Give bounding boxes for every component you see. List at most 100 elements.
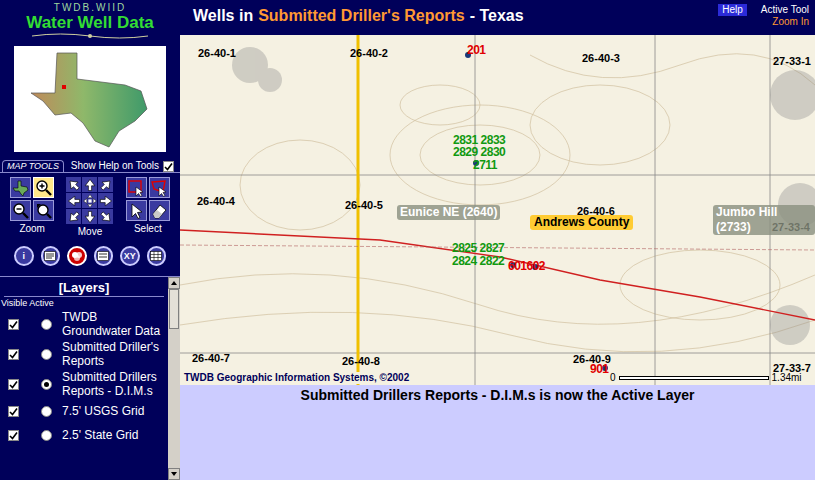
show-help-label: Show Help on Tools — [71, 160, 159, 172]
se-icon — [99, 209, 113, 223]
sw-icon — [67, 209, 81, 223]
layer-visible-checkbox[interactable] — [8, 406, 19, 417]
tool-group-label: Move — [78, 225, 102, 238]
layer-visible-checkbox[interactable] — [8, 379, 19, 390]
layer-label: 7.5' USGS Grid — [62, 404, 144, 418]
legend-tool[interactable] — [41, 246, 61, 266]
tool-button[interactable] — [98, 209, 113, 224]
tool-button[interactable] — [66, 193, 81, 208]
well-label[interactable]: 201 — [467, 44, 486, 57]
layer-visible-checkbox[interactable] — [8, 430, 19, 441]
active-column-header: Active — [29, 298, 54, 309]
tool-button[interactable] — [33, 200, 54, 221]
app-subtitle: TWDB.WIID — [54, 2, 126, 13]
tool-button[interactable] — [126, 177, 147, 198]
map-tools-header: MAP TOOLSShow Help on Tools — [0, 160, 180, 172]
tool-button[interactable] — [82, 193, 97, 208]
tool-glyph: XY — [124, 251, 136, 261]
w-icon — [67, 193, 81, 207]
layer-active-radio[interactable] — [41, 406, 52, 417]
tool-button[interactable] — [66, 177, 81, 192]
tool-button[interactable] — [33, 177, 54, 198]
grid-label: 26-40-1 — [198, 47, 236, 59]
well-label[interactable]: 901 — [590, 363, 609, 376]
scale-end: 1.34mi — [772, 372, 802, 384]
status-area: Submitted Drillers Reports - D.I.M.s is … — [180, 385, 815, 480]
title-bar: Wells inSubmitted Driller's Reports- Tex… — [180, 0, 815, 35]
map-tools-panel: Zoom Move Select — [0, 172, 180, 238]
layer-visible-checkbox[interactable] — [8, 349, 19, 360]
layers-panel: [Layers]VisibleActiveTWDB Groundwater Da… — [0, 276, 180, 480]
tool-button[interactable] — [10, 200, 31, 221]
layers-tool[interactable] — [67, 246, 87, 266]
table-tool[interactable] — [147, 246, 167, 266]
layer-label: 2.5' State Grid — [62, 428, 138, 442]
grid-label: 26-40-4 — [197, 195, 235, 207]
place-label: Andrews County — [530, 215, 633, 230]
map-canvas[interactable]: 26-40-126-40-226-40-327-33-126-40-426-40… — [180, 35, 815, 385]
report-tool[interactable] — [94, 246, 114, 266]
info-icon: i — [22, 251, 25, 261]
layer-label: Submitted Drillers Reports - D.I.M.s — [62, 370, 168, 398]
n-icon — [83, 177, 97, 191]
tool-button[interactable] — [98, 177, 113, 192]
grid-label: 26-40-3 — [582, 52, 620, 64]
well-label[interactable]: 2825 2827 — [452, 242, 504, 255]
well-label[interactable]: 2824 2822 — [452, 255, 504, 268]
show-help-checkbox[interactable] — [163, 161, 174, 172]
tool-button[interactable] — [10, 177, 31, 198]
e-icon — [99, 193, 113, 207]
grid-label: 27-33-1 — [773, 55, 811, 67]
well-label[interactable]: 601602 — [508, 260, 545, 273]
round-tools: i XY — [0, 246, 180, 266]
overview-map[interactable] — [14, 46, 166, 152]
layer-active-radio[interactable] — [41, 430, 52, 441]
title-layer: Submitted Driller's Reports — [258, 6, 465, 25]
scale-start: 0 — [610, 372, 616, 384]
xy-tool[interactable]: XY — [120, 246, 140, 266]
status-message: Submitted Drillers Reports - D.I.M.s is … — [301, 387, 695, 480]
scroll-down-icon[interactable] — [168, 468, 180, 480]
active-tool-name: Zoom In — [772, 16, 809, 28]
scroll-thumb[interactable] — [169, 289, 179, 329]
nw-icon — [67, 177, 81, 191]
ornament-icon — [30, 32, 150, 40]
scroll-up-icon[interactable] — [168, 277, 180, 289]
tool-button[interactable] — [82, 177, 97, 192]
radio-dot — [44, 382, 49, 387]
layer-visible-checkbox[interactable] — [8, 319, 19, 330]
show-help-row[interactable]: Show Help on Tools — [71, 160, 174, 172]
tool-group-label: Zoom — [19, 222, 45, 235]
brand: TWDB.WIIDWater Well Data — [0, 0, 180, 40]
tool-glyph: i — [22, 251, 25, 261]
layer-active-radio[interactable] — [41, 319, 52, 330]
tool-button[interactable] — [98, 193, 113, 208]
layers-columns: VisibleActive — [0, 297, 168, 309]
tool-group: Zoom — [10, 177, 54, 235]
ne-icon — [99, 177, 113, 191]
tool-button[interactable] — [82, 209, 97, 224]
select-rect-icon — [127, 179, 145, 197]
help-button[interactable]: Help — [718, 4, 747, 16]
layer-active-radio[interactable] — [41, 349, 52, 360]
layer-active-radio[interactable] — [41, 379, 52, 390]
sidebar: TWDB.WIIDWater Well Data MAP TOOLSShow He… — [0, 0, 180, 480]
tool-group: Select — [126, 177, 170, 235]
well-label[interactable]: 2829 2830 — [453, 146, 505, 159]
tool-button[interactable] — [126, 200, 147, 221]
main-area: Wells inSubmitted Driller's Reports- Tex… — [180, 0, 815, 480]
place-label: Eunice NE (2640) — [397, 205, 500, 220]
visible-column-header: Visible — [1, 298, 27, 309]
scale-line — [619, 376, 769, 380]
layers-scrollbar[interactable] — [168, 277, 180, 480]
well-label[interactable]: 2711 — [473, 159, 497, 172]
layer-row: Submitted Drillers Reports - D.I.M.s — [0, 369, 168, 399]
active-tool-label: Active Tool — [761, 4, 809, 16]
layer-row: TWDB Groundwater Data — [0, 309, 168, 339]
tool-button[interactable] — [66, 209, 81, 224]
info-tool[interactable]: i — [14, 246, 34, 266]
tool-button[interactable] — [149, 177, 170, 198]
tool-button[interactable] — [149, 200, 170, 221]
layer-label: Submitted Driller's Reports — [62, 340, 168, 368]
app-title: Water Well Data — [26, 13, 154, 32]
